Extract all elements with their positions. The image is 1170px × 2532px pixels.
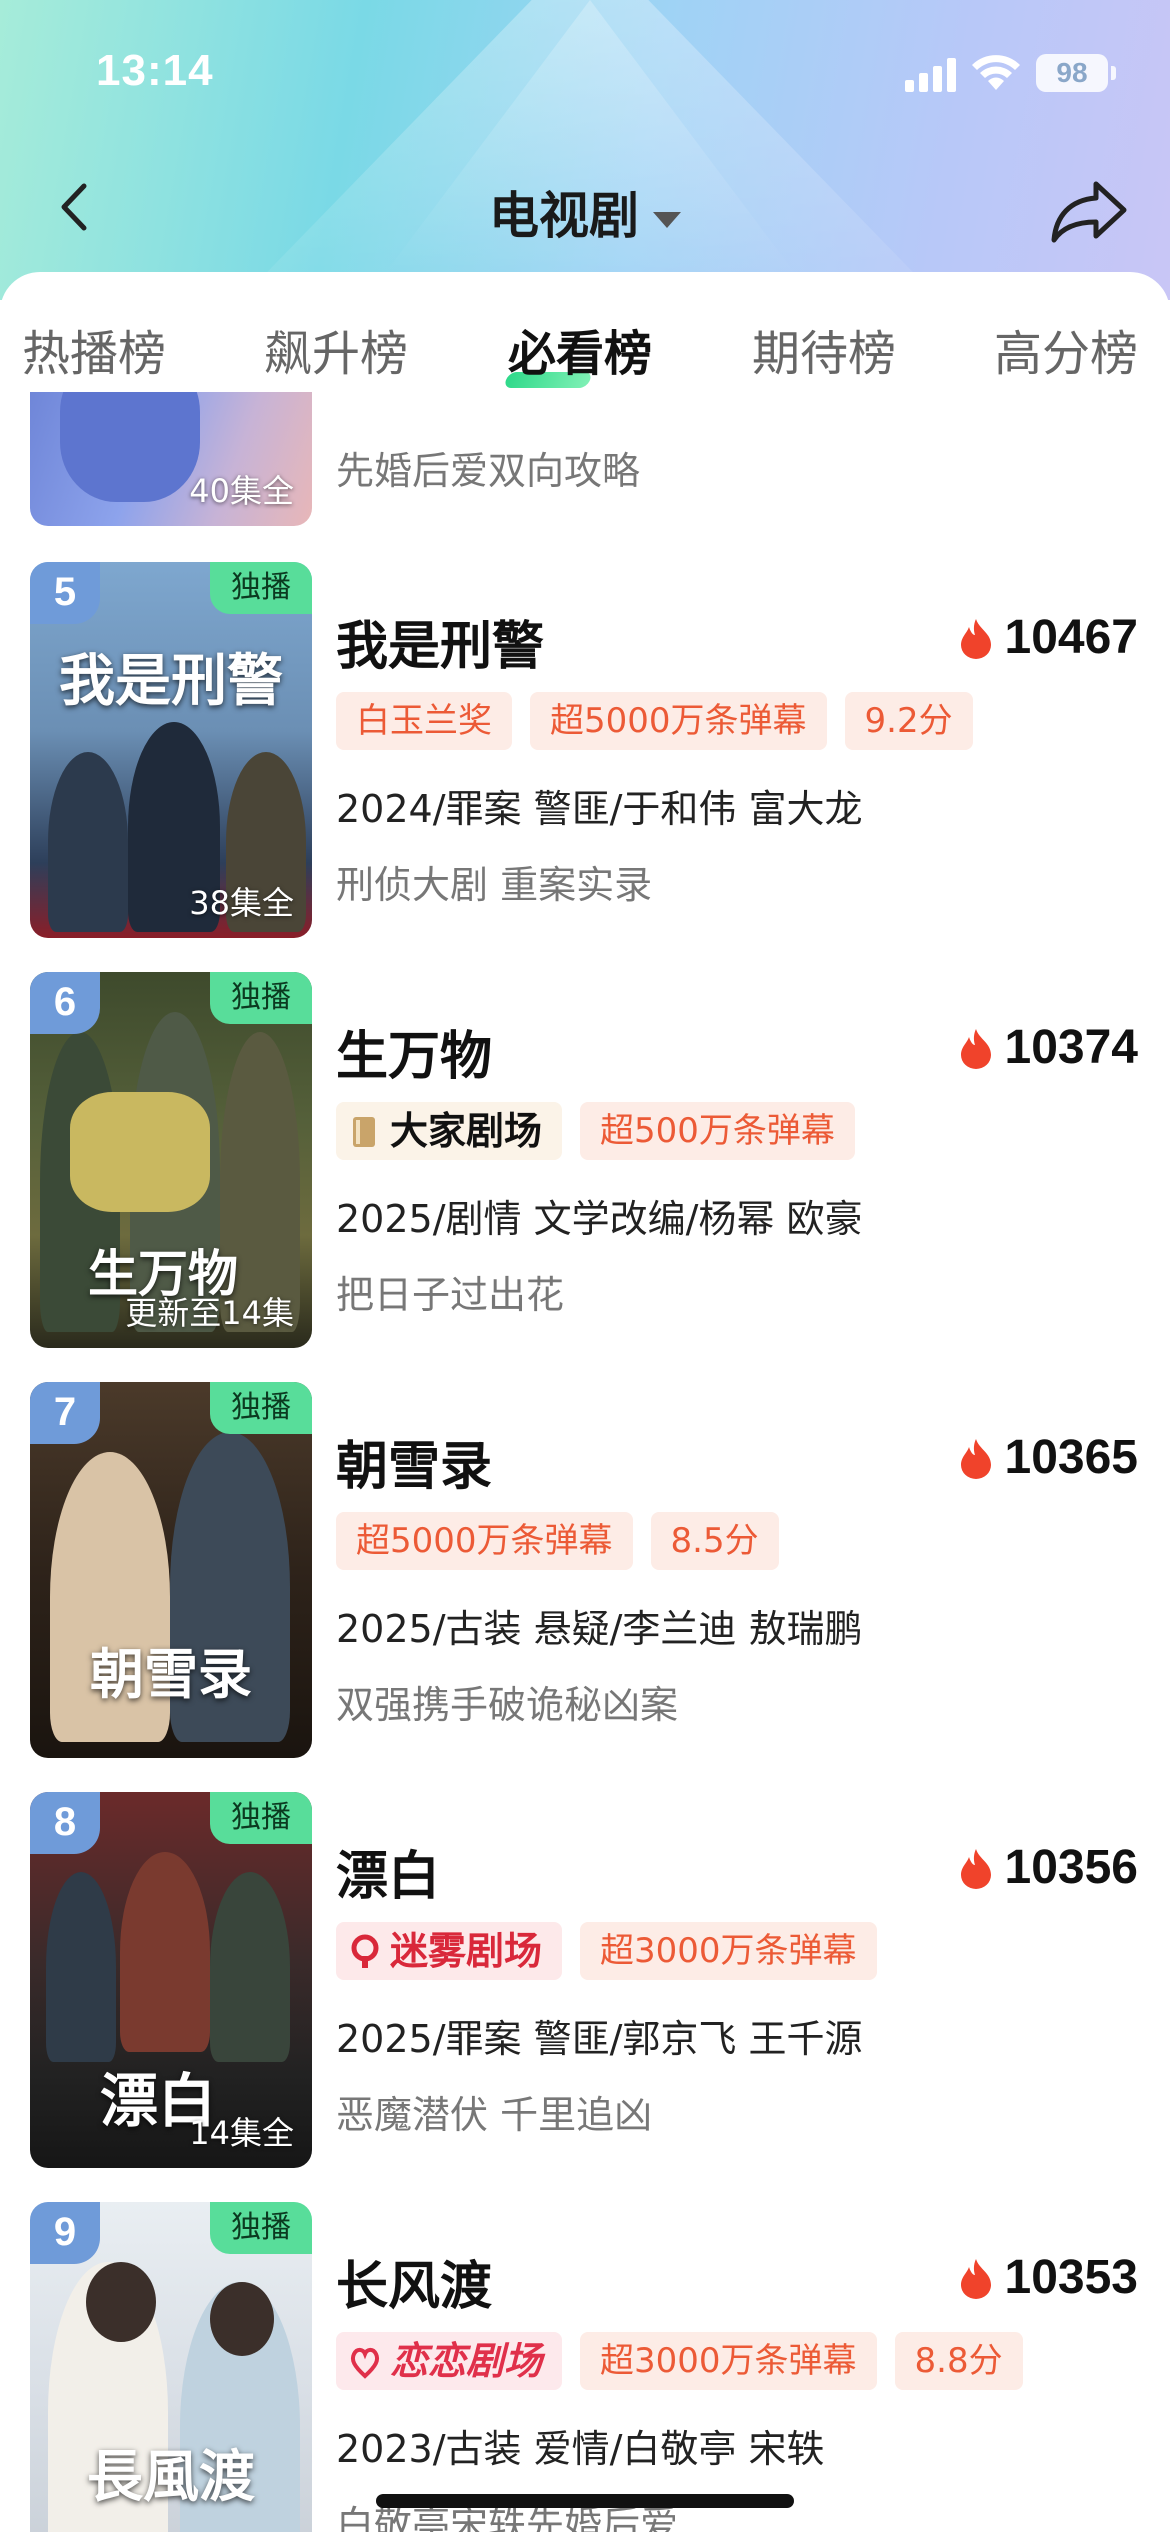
- episode-count: 14集全: [189, 2114, 294, 2152]
- exclusive-badge: 独播: [210, 562, 312, 614]
- status-time: 13:14: [96, 46, 214, 95]
- tag-list: 恋恋剧场 超3000万条弹幕 8.8分: [336, 2332, 1023, 2390]
- rank-badge: 7: [30, 1382, 100, 1444]
- home-indicator[interactable]: [376, 2494, 794, 2508]
- danmaku-tag: 超3000万条弹幕: [580, 1922, 877, 1980]
- heat-value: 10353: [1004, 2251, 1138, 2304]
- danmaku-tag: 超3000万条弹幕: [580, 2332, 877, 2390]
- tag-list: 大家剧场 超500万条弹幕: [336, 1102, 855, 1160]
- tab-must-watch[interactable]: 必看榜: [508, 314, 652, 384]
- flame-icon: [960, 2258, 991, 2299]
- heat-score: 10353: [959, 2250, 1138, 2305]
- heat-score: 10365: [959, 1430, 1138, 1485]
- tab-high-score[interactable]: 高分榜: [994, 314, 1138, 384]
- heart-logo-icon: [350, 2347, 380, 2379]
- poster-image[interactable]: 漂白 8 独播 14集全: [30, 1792, 312, 2168]
- item-meta: 2023/古装 爱情/白敬亭 宋轶: [336, 2427, 825, 2471]
- item-title[interactable]: 朝雪录: [336, 1424, 492, 1499]
- page-title: 电视剧: [489, 187, 639, 245]
- poster-image[interactable]: 長風渡 9 独播: [30, 2202, 312, 2532]
- status-bar: 13:14 98: [0, 0, 1170, 150]
- tab-rising[interactable]: 飙升榜: [264, 314, 408, 384]
- exclusive-badge: 独播: [210, 1382, 312, 1434]
- list-item[interactable]: 漂白 8 独播 14集全 漂白 10356 迷雾剧场 超3000万条弹幕 202…: [0, 1792, 1170, 2172]
- item-description: 先婚后爱双向攻略: [336, 449, 641, 493]
- list-item[interactable]: 我是刑警 5 独播 38集全 我是刑警 10467 白玉兰奖 超5000万条弹幕…: [0, 562, 1170, 942]
- item-description: 把日子过出花: [336, 1273, 565, 1317]
- item-description: 刑侦大剧 重案实录: [336, 863, 653, 907]
- rank-badge: 9: [30, 2202, 100, 2264]
- poster-title: 長風渡: [87, 2444, 255, 2510]
- flame-icon: [960, 618, 991, 659]
- heat-value: 10374: [1004, 1021, 1138, 1074]
- tab-anticipated[interactable]: 期待榜: [752, 314, 896, 384]
- book-icon: [353, 1117, 375, 1147]
- item-meta: 2025/古装 悬疑/李兰迪 敖瑞鹏: [336, 1607, 863, 1651]
- heat-score: 10467: [959, 610, 1138, 665]
- battery-indicator: 98: [1036, 54, 1116, 92]
- tag-list: 超5000万条弹幕 8.5分: [336, 1512, 779, 1570]
- chevron-down-icon: [653, 211, 681, 228]
- danmaku-tag: 超500万条弹幕: [580, 1102, 855, 1160]
- cellular-signal-icon: [905, 58, 957, 92]
- episode-count: 40集全: [189, 472, 294, 510]
- rank-badge: 5: [30, 562, 100, 624]
- poster-image[interactable]: 40集全: [30, 392, 312, 526]
- item-description: 恶魔潜伏 千里追凶: [336, 2093, 653, 2137]
- item-title[interactable]: 长风渡: [336, 2244, 492, 2319]
- poster-image[interactable]: 我是刑警 5 独播 38集全: [30, 562, 312, 938]
- heat-score: 10374: [959, 1020, 1138, 1075]
- flame-icon: [960, 1848, 991, 1889]
- ranking-list: 40集全 先婚后爱双向攻略 我是刑警 5 独播 38集全 我是刑警 10467 …: [0, 392, 1170, 2532]
- flame-icon: [960, 1438, 991, 1479]
- poster-image[interactable]: 朝雪录 7 独播: [30, 1382, 312, 1758]
- list-item[interactable]: 生万物 6 独播 更新至14集 生万物 10374 大家剧场 超500万条弹幕 …: [0, 972, 1170, 1352]
- share-icon[interactable]: [1046, 170, 1130, 250]
- list-item[interactable]: 朝雪录 7 独播 朝雪录 10365 超5000万条弹幕 8.5分 2025/古…: [0, 1382, 1170, 1762]
- theater-brand-tag: 恋恋剧场: [336, 2332, 563, 2390]
- wifi-icon: [972, 55, 1020, 90]
- poster-title: 朝雪录: [90, 1642, 252, 1706]
- poster-image[interactable]: 生万物 6 独播 更新至14集: [30, 972, 312, 1348]
- danmaku-tag: 超5000万条弹幕: [336, 1512, 633, 1570]
- episode-count: 38集全: [189, 884, 294, 922]
- page-title-dropdown[interactable]: 电视剧: [0, 176, 1170, 248]
- item-meta: 2025/罪案 警匪/郭京飞 王千源: [336, 2017, 863, 2061]
- item-title[interactable]: 我是刑警: [336, 604, 544, 679]
- navigation-bar: 电视剧: [0, 160, 1170, 260]
- heat-value: 10467: [1004, 611, 1138, 664]
- item-title[interactable]: 漂白: [336, 1834, 440, 1909]
- item-title[interactable]: 生万物: [336, 1014, 492, 1089]
- poster-title: 我是刑警: [59, 648, 283, 714]
- danmaku-tag: 超5000万条弹幕: [530, 692, 827, 750]
- item-meta: 2024/罪案 警匪/于和伟 富大龙: [336, 787, 863, 831]
- exclusive-badge: 独播: [210, 972, 312, 1024]
- exclusive-badge: 独播: [210, 1792, 312, 1844]
- heat-value: 10356: [1004, 1841, 1138, 1894]
- list-item[interactable]: 40集全 先婚后爱双向攻略: [0, 392, 1170, 532]
- item-meta: 2025/剧情 文学改编/杨幂 欧豪: [336, 1197, 863, 1241]
- score-tag: 9.2分: [844, 692, 973, 750]
- award-tag: 白玉兰奖: [336, 692, 512, 750]
- item-description: 双强携手破诡秘凶案: [336, 1683, 679, 1727]
- list-item[interactable]: 長風渡 9 独播 长风渡 10353 恋恋剧场 超3000万条弹幕 8.8分 2…: [0, 2202, 1170, 2532]
- rank-badge: 6: [30, 972, 100, 1034]
- rank-badge: 8: [30, 1792, 100, 1854]
- ranking-tabs: 热播榜 飙升榜 必看榜 期待榜 高分榜: [0, 272, 1170, 392]
- theater-brand-tag: 迷雾剧场: [336, 1922, 563, 1980]
- exclusive-badge: 独播: [210, 2202, 312, 2254]
- flame-icon: [960, 1028, 991, 1069]
- tag-list: 迷雾剧场 超3000万条弹幕: [336, 1922, 877, 1980]
- tag-list: 白玉兰奖 超5000万条弹幕 9.2分: [336, 692, 973, 750]
- episode-count: 更新至14集: [125, 1294, 294, 1332]
- heat-score: 10356: [959, 1840, 1138, 1895]
- theater-brand-tag: 大家剧场: [336, 1102, 563, 1160]
- heat-value: 10365: [1004, 1431, 1138, 1484]
- score-tag: 8.5分: [650, 1512, 779, 1570]
- score-tag: 8.8分: [894, 2332, 1023, 2390]
- mist-theater-logo-icon: [351, 1934, 379, 1968]
- tab-hot[interactable]: 热播榜: [22, 314, 166, 384]
